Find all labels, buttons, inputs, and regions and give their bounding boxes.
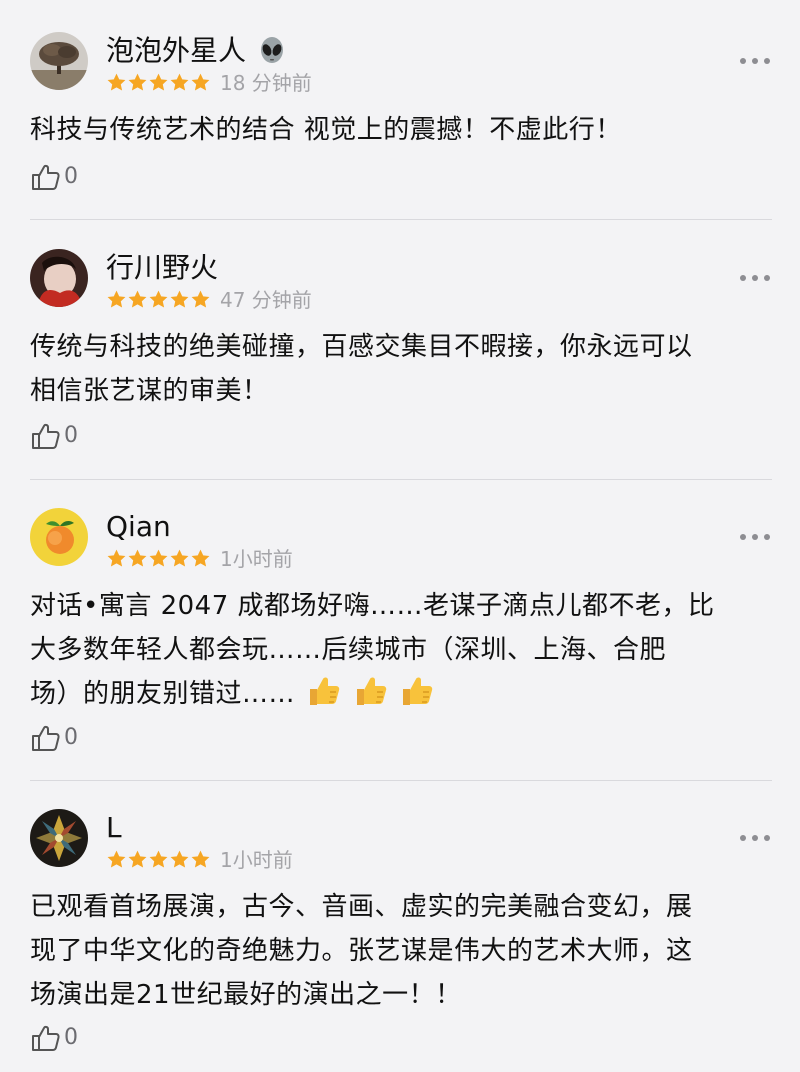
rating-stars xyxy=(106,548,211,569)
like-button[interactable]: 0 xyxy=(30,421,78,451)
dot-icon xyxy=(764,835,770,841)
star-icon xyxy=(191,290,210,308)
timestamp: 1小时前 xyxy=(220,848,293,872)
dot-icon xyxy=(740,835,746,841)
thumbs-up-icon xyxy=(32,164,60,190)
timestamp: 18 分钟前 xyxy=(220,71,312,95)
star-icon xyxy=(107,73,126,91)
divider xyxy=(30,219,772,220)
avatar[interactable] xyxy=(30,32,88,90)
divider xyxy=(30,479,772,480)
star-icon xyxy=(149,850,168,868)
comment-text: 传统与科技的绝美碰撞，百感交集目不暇接，你永远可以 相信张艺谋的审美！ xyxy=(30,332,693,406)
star-icon xyxy=(107,850,126,868)
like-count: 0 xyxy=(64,423,78,448)
tree-avatar-image xyxy=(30,32,88,90)
star-icon xyxy=(191,73,210,91)
star-icon xyxy=(191,850,210,868)
thumbs-up-icon xyxy=(32,725,60,751)
dot-icon xyxy=(752,58,758,64)
star-icon xyxy=(107,290,126,308)
peach-avatar-image xyxy=(30,508,88,566)
avatar[interactable] xyxy=(30,508,88,566)
like-count: 0 xyxy=(64,1025,78,1050)
dot-icon xyxy=(740,534,746,540)
star-icon xyxy=(128,290,147,308)
star-icon xyxy=(107,549,126,567)
like-count: 0 xyxy=(64,164,78,189)
comment-text: 科技与传统艺术的结合 视觉上的震撼！不虚此行！ xyxy=(30,115,622,145)
star-icon xyxy=(128,850,147,868)
thumbs-up-emoji-icon xyxy=(356,677,386,705)
username[interactable]: L xyxy=(106,811,122,845)
timestamp: 47 分钟前 xyxy=(220,288,312,312)
star-icon xyxy=(149,549,168,567)
kaleidoscope-avatar-image xyxy=(30,809,88,867)
dot-icon xyxy=(740,58,746,64)
avatar[interactable] xyxy=(30,249,88,307)
dot-icon xyxy=(752,835,758,841)
thumbs-up-emoji-icon xyxy=(309,677,340,705)
dot-icon xyxy=(752,534,758,540)
star-icon xyxy=(149,290,168,308)
dot-icon xyxy=(764,275,770,281)
like-count: 0 xyxy=(64,725,78,750)
like-button[interactable]: 0 xyxy=(30,162,78,192)
dot-icon xyxy=(740,275,746,281)
comment-text: 对话•寓言 2047 成都场好嗨……老谋子滴点儿都不老，比 大多数年轻人都会玩…… xyxy=(30,591,715,709)
more-options-button[interactable] xyxy=(740,273,770,283)
portrait-avatar-image xyxy=(30,249,88,307)
like-button[interactable]: 0 xyxy=(30,1023,78,1053)
dot-icon xyxy=(752,275,758,281)
dot-icon xyxy=(764,534,770,540)
like-button[interactable]: 0 xyxy=(30,723,78,753)
comment-feed: 泡泡外星人 18 分钟前 科技与传统艺术的结合 视觉上的震撼！不虚此行！ 0 行… xyxy=(0,0,800,1072)
thumbs-up-emoji-icon xyxy=(403,677,433,705)
rating-stars xyxy=(106,72,211,93)
alien-emoji-icon xyxy=(260,37,283,63)
star-icon xyxy=(170,290,189,308)
divider xyxy=(30,780,772,781)
thumbs-up-icon xyxy=(32,423,60,449)
username[interactable]: Qian xyxy=(106,510,171,544)
star-icon xyxy=(191,549,210,567)
avatar[interactable] xyxy=(30,809,88,867)
more-options-button[interactable] xyxy=(740,532,770,542)
dot-icon xyxy=(764,58,770,64)
star-icon xyxy=(170,850,189,868)
star-icon xyxy=(128,549,147,567)
username[interactable]: 行川野火 xyxy=(106,251,218,285)
star-icon xyxy=(170,549,189,567)
star-icon xyxy=(149,73,168,91)
rating-stars xyxy=(106,289,211,310)
comment-text: 已观看首场展演，古今、音画、虚实的完美融合变幻，展 现了中华文化的奇绝魅力。张艺… xyxy=(30,892,693,1010)
timestamp: 1小时前 xyxy=(220,547,293,571)
star-icon xyxy=(170,73,189,91)
more-options-button[interactable] xyxy=(740,833,770,843)
star-icon xyxy=(128,73,147,91)
username[interactable]: 泡泡外星人 xyxy=(106,34,287,68)
rating-stars xyxy=(106,849,211,870)
thumbs-up-icon xyxy=(32,1025,60,1051)
more-options-button[interactable] xyxy=(740,56,770,66)
